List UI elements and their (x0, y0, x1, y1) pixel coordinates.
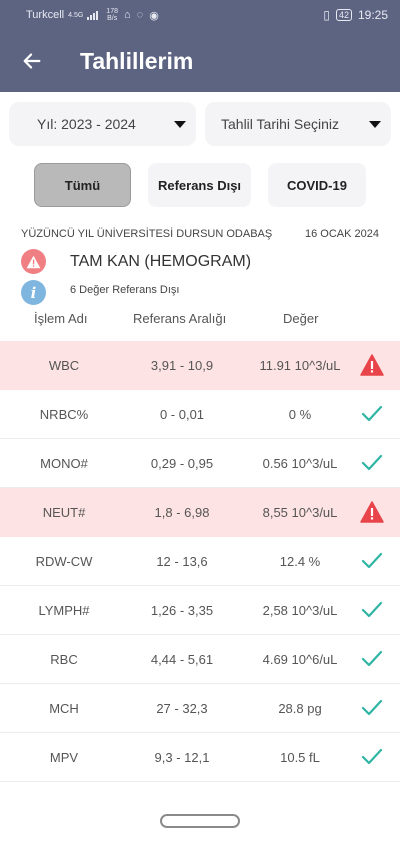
vibrate-icon: ▯ (323, 8, 330, 22)
result-value: 8,55 10^3/uL (262, 504, 338, 520)
home-indicator[interactable] (160, 814, 240, 828)
reference-range: 1,8 - 6,98 (154, 504, 210, 520)
table-row[interactable]: MPV 9,3 - 12,1 10.5 fL (0, 733, 400, 782)
results-list: WBC 3,91 - 10,9 11.91 10^3/uL NRBC% 0 - … (0, 341, 400, 782)
year-select-value: Yıl: 2023 - 2024 (37, 116, 136, 132)
reference-range: 9,3 - 12,1 (154, 749, 210, 765)
test-date-select-value: Tahlil Tarihi Seçiniz (221, 116, 340, 132)
reference-range: 12 - 13,6 (156, 553, 208, 569)
clock: 19:25 (357, 8, 388, 22)
reference-range: 4,44 - 5,61 (150, 651, 214, 667)
test-item-name: RBC (50, 651, 78, 667)
report-date: 16 OCAK 2024 (305, 228, 379, 240)
result-value: 12.4 % (279, 553, 321, 569)
reference-range: 27 - 32,3 (156, 700, 208, 716)
table-row[interactable]: MCH 27 - 32,3 28.8 pg (0, 684, 400, 733)
tab-covid-19[interactable]: COVID-19 (268, 163, 366, 207)
table-row[interactable]: RDW-CW 12 - 13,6 12.4 % (0, 537, 400, 586)
reference-range: 0,29 - 0,95 (150, 455, 214, 471)
result-value: 2,58 10^3/uL (262, 602, 338, 618)
info-icon: i (21, 280, 46, 305)
caret-down-icon (369, 120, 381, 128)
reference-range: 0 - 0,01 (159, 406, 205, 422)
reference-range: 3,91 - 10,9 (150, 357, 214, 373)
checkmark-icon (355, 586, 389, 634)
caret-down-icon (174, 120, 186, 128)
test-item-name: MONO# (40, 455, 88, 471)
result-value: 28.8 pg (278, 700, 322, 716)
result-value: 4.69 10^6/uL (262, 651, 338, 667)
alert-icon (355, 341, 389, 389)
table-row[interactable]: LYMPH# 1,26 - 3,35 2,58 10^3/uL (0, 586, 400, 635)
table-row[interactable]: NEUT# 1,8 - 6,98 8,55 10^3/uL (0, 488, 400, 537)
result-value: 0.56 10^3/uL (262, 455, 338, 471)
checkmark-icon (355, 390, 389, 438)
column-header-name: İşlem Adı (34, 311, 88, 326)
result-value: 0 % (288, 406, 312, 422)
battery-icon: 42 (335, 9, 352, 21)
network-type: 4.5G (68, 11, 84, 19)
whatsapp-icon: ◌ (136, 9, 144, 21)
page-title: Tahlillerim (80, 47, 194, 74)
alert-icon (355, 488, 389, 536)
result-value: 11.91 10^3/uL (259, 357, 341, 373)
institution-name: YÜZÜNCÜ YIL ÜNİVERSİTESİ DURSUN ODABAŞ (21, 228, 273, 240)
checkmark-icon (355, 439, 389, 487)
test-item-name: RDW-CW (35, 553, 93, 569)
test-date-select[interactable]: Tahlil Tarihi Seçiniz (205, 102, 391, 146)
checkmark-icon (355, 733, 389, 781)
year-select[interactable]: Yıl: 2023 - 2024 (9, 102, 196, 146)
table-row[interactable]: MONO# 0,29 - 0,95 0.56 10^3/uL (0, 439, 400, 488)
signal-icon (87, 10, 99, 20)
test-name: TAM KAN (HEMOGRAM) (70, 253, 252, 270)
test-item-name: LYMPH# (38, 602, 90, 618)
test-item-name: NRBC% (39, 406, 89, 422)
test-item-name: MPV (49, 749, 79, 765)
table-row[interactable]: WBC 3,91 - 10,9 11.91 10^3/uL (0, 341, 400, 390)
column-header-range: Referans Aralığı (133, 311, 227, 326)
back-button[interactable] (0, 30, 64, 92)
notification-icon: ⌂ (123, 9, 131, 21)
out-of-range-count: 6 Değer Referans Dışı (70, 284, 180, 296)
checkmark-icon (355, 537, 389, 585)
test-item-name: MCH (49, 700, 79, 716)
table-row[interactable]: RBC 4,44 - 5,61 4.69 10^6/uL (0, 635, 400, 684)
test-item-name: NEUT# (42, 504, 86, 520)
warning-icon (21, 249, 46, 274)
app-notification-icon: ◉ (149, 9, 159, 22)
result-value: 10.5 fL (280, 749, 320, 765)
table-row[interactable]: NRBC% 0 - 0,01 0 % (0, 390, 400, 439)
network-speed: 178 B/s (106, 8, 118, 22)
checkmark-icon (355, 684, 389, 732)
carrier-name: Turkcell (26, 9, 65, 21)
reference-range: 1,26 - 3,35 (150, 602, 214, 618)
tab-all[interactable]: Tümü (34, 163, 131, 207)
app-bar: Tahlillerim (0, 30, 400, 92)
tab-out-of-reference[interactable]: Referans Dışı (148, 163, 251, 207)
test-item-name: WBC (48, 357, 80, 373)
checkmark-icon (355, 635, 389, 683)
arrow-left-icon (23, 53, 41, 69)
column-header-value: Değer (283, 311, 319, 326)
status-bar: Turkcell 4.5G 178 B/s ⌂ ◌ ◉ ▯ 42 19:25 (0, 0, 400, 30)
